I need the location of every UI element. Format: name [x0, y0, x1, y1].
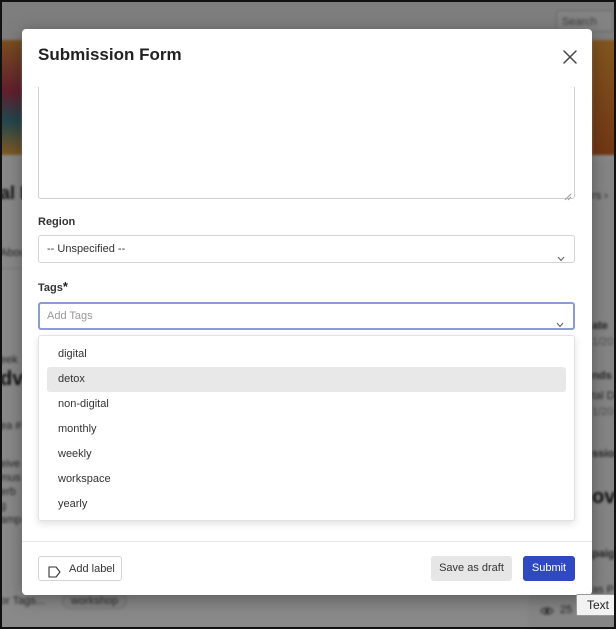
- tag-option-digital[interactable]: digital: [47, 342, 566, 367]
- submission-modal: Submission Form Region -- Unspecified --…: [22, 29, 592, 595]
- add-label-button[interactable]: Add label: [38, 556, 122, 581]
- tag-option-workspace[interactable]: workspace: [47, 467, 566, 492]
- tags-dropdown: digital detox non-digital monthly weekly…: [38, 335, 575, 521]
- close-icon: [560, 47, 580, 67]
- tags-label-text: Tags: [38, 282, 63, 294]
- chevron-down-icon: [557, 246, 565, 262]
- tag-option-monthly[interactable]: monthly: [47, 417, 566, 442]
- tag-option-non-digital[interactable]: non-digital: [47, 392, 566, 417]
- tag-option-weekly[interactable]: weekly: [47, 442, 566, 467]
- tags-input[interactable]: Add Tags: [38, 302, 575, 330]
- submit-button[interactable]: Submit: [523, 556, 575, 581]
- tag-option-yearly[interactable]: yearly: [47, 492, 566, 517]
- tags-label: Tags*: [38, 279, 68, 294]
- footer-divider: [22, 541, 592, 542]
- region-select[interactable]: -- Unspecified --: [38, 235, 575, 263]
- region-label: Region: [38, 216, 76, 228]
- description-textarea[interactable]: [38, 87, 575, 201]
- close-button[interactable]: [560, 47, 580, 67]
- region-select-value: -- Unspecified --: [47, 243, 126, 255]
- tooltip: Text: [576, 594, 616, 616]
- tag-icon: [48, 563, 61, 588]
- save-draft-button[interactable]: Save as draft: [431, 556, 512, 581]
- add-label-text: Add label: [69, 563, 115, 575]
- tag-option-detox[interactable]: detox: [47, 367, 566, 392]
- modal-title: Submission Form: [38, 45, 182, 64]
- chevron-down-icon: [556, 313, 564, 328]
- tags-input-placeholder: Add Tags: [47, 310, 93, 322]
- resize-handle-icon[interactable]: [564, 188, 572, 201]
- required-marker: *: [62, 279, 68, 294]
